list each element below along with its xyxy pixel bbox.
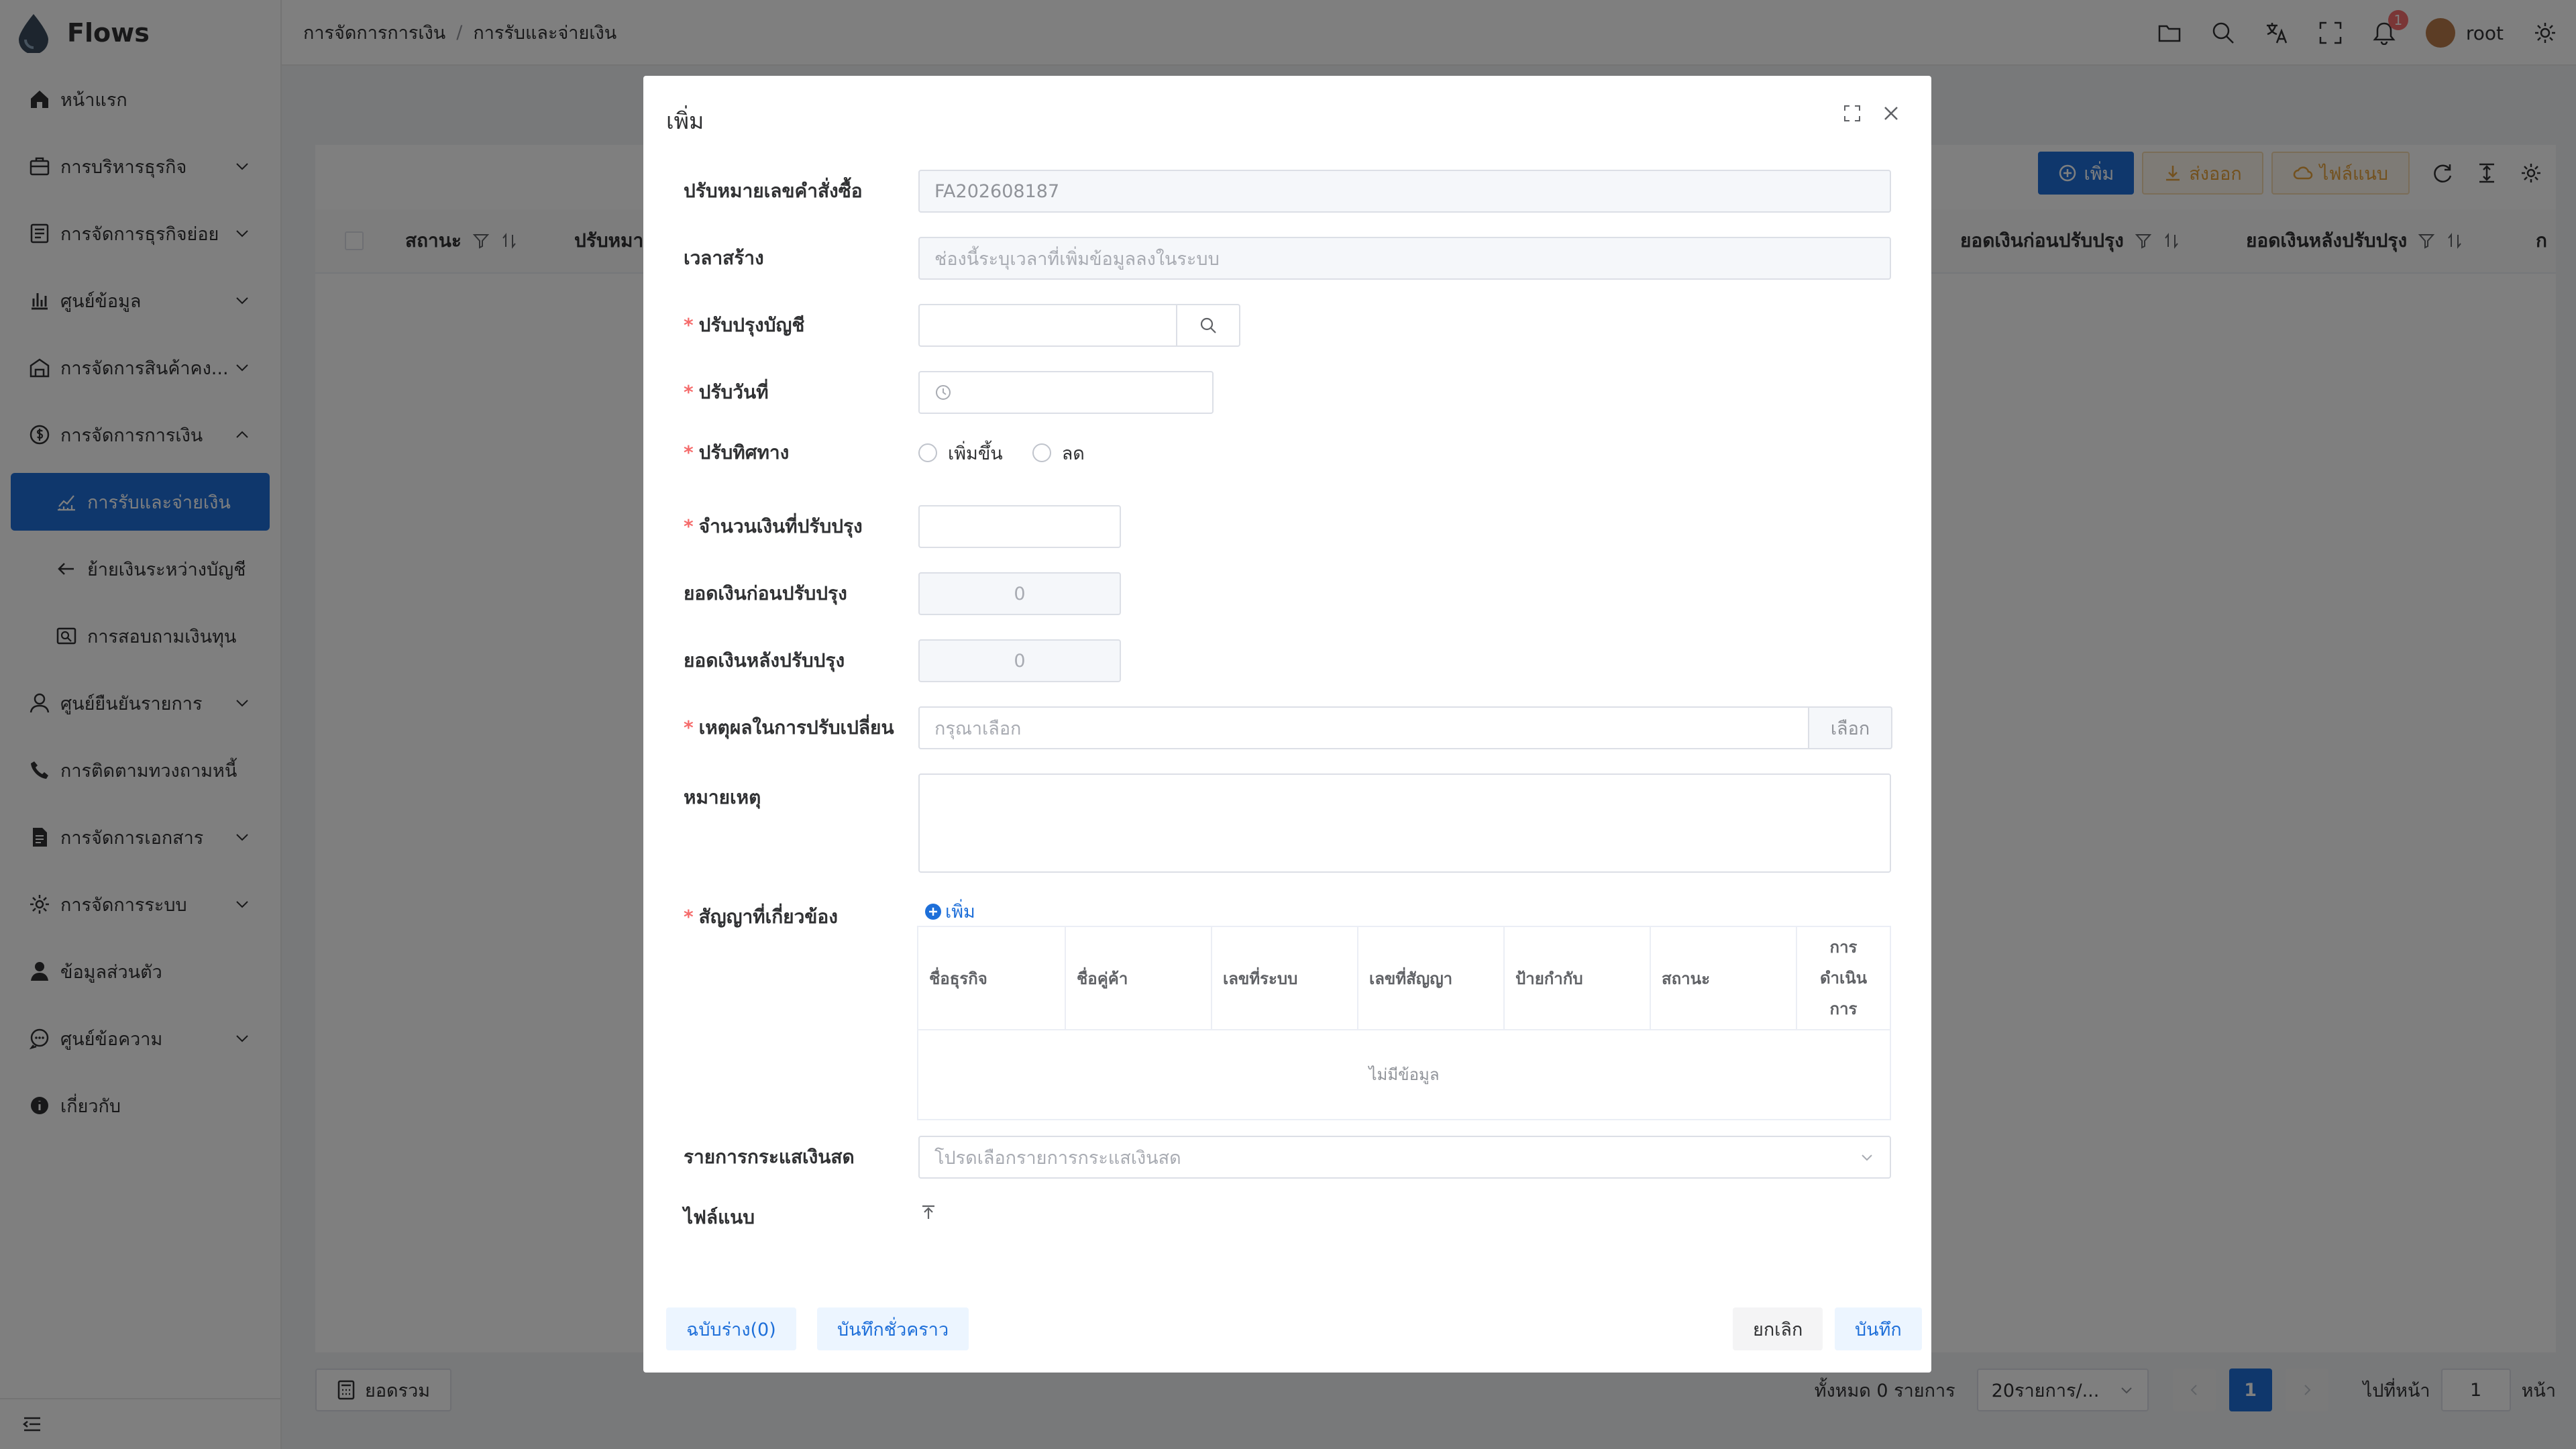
cashflow-select[interactable]: โปรดเลือกรายการกระแสเงินสด <box>918 1136 1891 1179</box>
order-no-field: FA202608187 <box>918 170 1891 213</box>
account-input[interactable] <box>918 304 1177 347</box>
date-label: * ปรับวันที่ <box>684 381 769 403</box>
cashflow-row: รายการกระแสเงินสด โปรดเลือกรายการกระแสเง… <box>684 1136 1891 1179</box>
contracts-label: * สัญญาที่เกี่ยวข้อง <box>684 906 838 928</box>
date-picker-input[interactable] <box>918 371 1214 414</box>
contract-col-status: สถานะ <box>1651 927 1797 1029</box>
created-time-field: ช่องนี้ระบุเวลาที่เพิ่มข้อมูลลงในระบบ <box>918 237 1891 280</box>
amount-label: * จำนวนเงินที่ปรับปรุง <box>684 515 863 537</box>
balance-before-row: ยอดเงินก่อนปรับปรุง 0 <box>684 572 1891 615</box>
direction-row: * ปรับทิศทาง เพิ่มขึ้น ลด <box>684 438 1891 468</box>
contract-col-partner: ชื่อคู่ค้า <box>1066 927 1212 1029</box>
close-icon[interactable] <box>1882 104 1900 123</box>
contract-col-tag: ป้ายกำกับ <box>1505 927 1651 1029</box>
chevron-down-icon <box>1862 1155 1872 1161</box>
amount-input[interactable] <box>918 505 1121 548</box>
direction-label: * ปรับทิศทาง <box>684 441 790 464</box>
created-time-row: เวลาสร้าง ช่องนี้ระบุเวลาที่เพิ่มข้อมูลล… <box>684 237 1891 280</box>
contract-col-system-no: เลขที่ระบบ <box>1212 927 1358 1029</box>
remark-textarea[interactable] <box>918 773 1891 873</box>
created-time-label: เวลาสร้าง <box>684 247 764 269</box>
balance-after-row: ยอดเงินหลังปรับปรุง 0 <box>684 639 1891 682</box>
draft-button[interactable]: ฉบับร่าง(0) <box>666 1307 796 1350</box>
order-no-row: ปรับหมายเลขคำสั่งซื้อ FA202608187 <box>684 170 1891 213</box>
dialog-title: เพิ่ม <box>666 108 704 135</box>
attachment-row: ไฟล์แนบ <box>684 1203 1891 1232</box>
maximize-icon[interactable] <box>1843 104 1862 123</box>
contract-col-contract-no: เลขที่สัญญา <box>1358 927 1505 1029</box>
contracts-table: ชื่อธุรกิจ ชื่อคู่ค้า เลขที่ระบบ เลขที่ส… <box>917 926 1891 1120</box>
account-picker <box>918 304 1240 347</box>
temp-save-button[interactable]: บันทึกชั่วคราว <box>817 1307 969 1350</box>
amount-row: * จำนวนเงินที่ปรับปรุง <box>684 505 1891 548</box>
plus-circle-icon <box>925 903 941 920</box>
balance-after-field: 0 <box>918 639 1121 682</box>
dialog-footer: ฉบับร่าง(0) บันทึกชั่วคราว ยกเลิก บันทึก <box>666 1307 1922 1350</box>
date-row: * ปรับวันที่ <box>684 371 1891 414</box>
attachment-label: ไฟล์แนบ <box>684 1206 755 1228</box>
contracts-empty-text: ไม่มีข้อมูล <box>1368 1065 1440 1084</box>
reason-picker: กรุณาเลือก เลือก <box>918 706 1892 749</box>
upload-icon[interactable] <box>920 1204 937 1222</box>
contracts-table-header: ชื่อธุรกิจ ชื่อคู่ค้า เลขที่ระบบ เลขที่ส… <box>918 927 1890 1030</box>
reason-input[interactable]: กรุณาเลือก <box>918 706 1809 749</box>
order-no-label: ปรับหมายเลขคำสั่งซื้อ <box>684 180 863 202</box>
contract-col-business: ชื่อธุรกิจ <box>918 927 1066 1029</box>
account-label: * ปรับปรุงบัญชี <box>684 314 805 336</box>
reason-label: * เหตุผลในการปรับเปลี่ยน <box>684 716 894 739</box>
add-dialog: เพิ่ม ปรับหมายเลขคำสั่งซื้อ FA202608187 … <box>643 76 1931 1373</box>
balance-after-label: ยอดเงินหลังปรับปรุง <box>684 649 845 672</box>
contract-col-action: การ ดำเนิน การ <box>1819 938 1868 1018</box>
balance-before-field: 0 <box>918 572 1121 615</box>
cashflow-label: รายการกระแสเงินสด <box>684 1146 855 1168</box>
balance-before-label: ยอดเงินก่อนปรับปรุง <box>684 582 847 604</box>
add-contract-link[interactable]: เพิ่ม <box>924 897 975 926</box>
search-icon <box>1200 317 1216 333</box>
remark-row: หมายเหตุ <box>684 773 1891 873</box>
reason-row: * เหตุผลในการปรับเปลี่ยน กรุณาเลือก เลือก <box>684 706 1892 749</box>
save-button[interactable]: บันทึก <box>1835 1307 1922 1350</box>
reason-select-button[interactable]: เลือก <box>1809 706 1892 749</box>
clock-icon <box>936 385 951 400</box>
dialog-actions <box>1823 104 1900 123</box>
direction-decrease-radio[interactable]: ลด <box>1032 439 1085 468</box>
remark-label: หมายเหตุ <box>684 786 761 808</box>
account-search-button[interactable] <box>1177 304 1240 347</box>
cancel-button[interactable]: ยกเลิก <box>1733 1307 1823 1350</box>
direction-increase-radio[interactable]: เพิ่มขึ้น <box>918 439 1003 468</box>
account-row: * ปรับปรุงบัญชี <box>684 304 1891 347</box>
